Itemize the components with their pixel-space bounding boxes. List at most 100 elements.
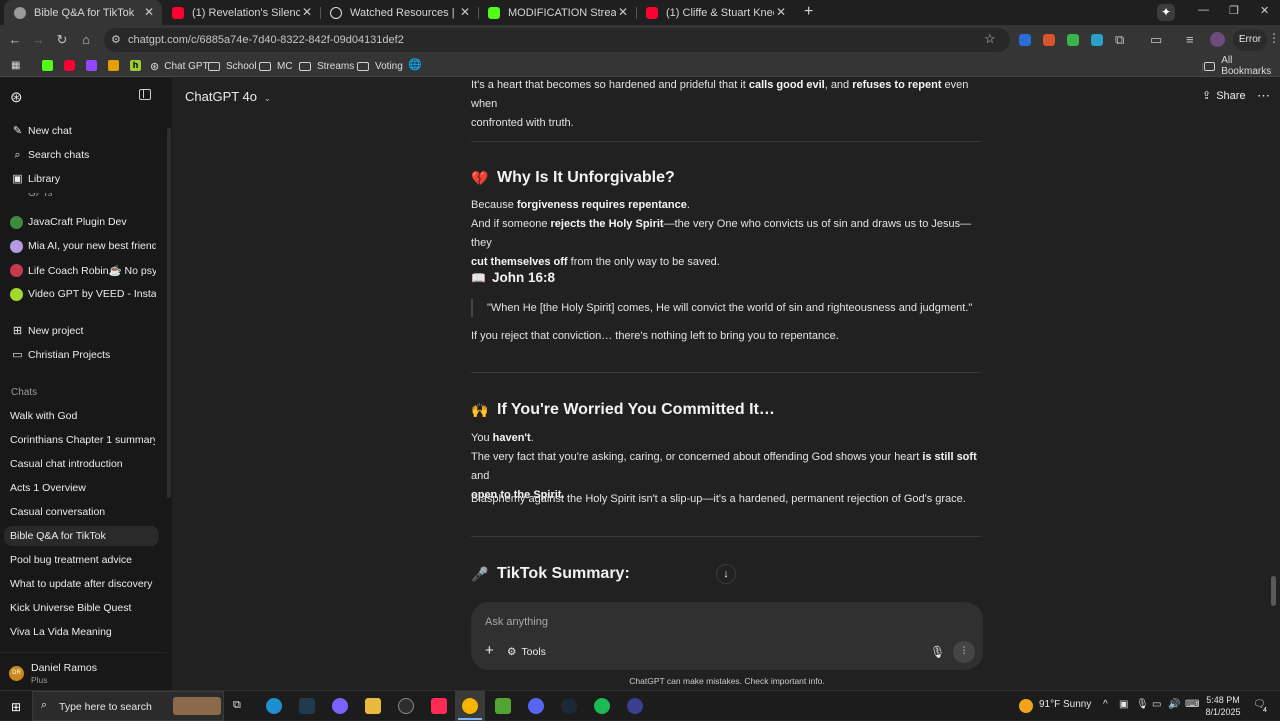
chat-viva-la-vida[interactable]: Viva La Vida Meaning [10, 622, 155, 642]
extension-icon[interactable] [1091, 34, 1103, 46]
extension-icon[interactable] [1067, 34, 1079, 46]
tab-cliffe-stuart[interactable]: (1) Cliffe & Stuart Knechtle on C ✕ [636, 0, 794, 25]
tray-app-icon[interactable]: ▣ [1119, 699, 1128, 710]
tab-close-icon[interactable]: ✕ [460, 5, 470, 19]
bookmark-star-icon[interactable]: ☆ [984, 31, 996, 47]
chat-casual-conversation[interactable]: Casual conversation [10, 502, 155, 522]
more-options-icon[interactable]: ⋯ [1257, 88, 1270, 104]
chat-casual-intro[interactable]: Casual chat introduction [10, 454, 155, 474]
reading-list-icon[interactable]: ≡ [1186, 32, 1194, 47]
gpt-mia-ai[interactable]: Mia AI, your new best friend... [28, 240, 156, 252]
minimize-button[interactable]: — [1198, 4, 1209, 16]
sidebar-scrollbar[interactable] [167, 128, 171, 498]
terminal-app-icon[interactable] [299, 698, 315, 714]
tab-revelation[interactable]: (1) Revelation's Silence About A ✕ [162, 0, 320, 25]
gpt-life-coach-robin[interactable]: Life Coach Robin☕ No psyc... [28, 264, 156, 277]
file-explorer-app-icon[interactable] [365, 698, 381, 714]
tab-close-icon[interactable]: ✕ [302, 5, 312, 19]
chat-corinthians[interactable]: Corinthians Chapter 1 summary [10, 430, 155, 450]
forward-arrow-icon[interactable]: → [28, 30, 48, 50]
keyboard-icon[interactable]: ⌨ [1185, 699, 1199, 710]
back-arrow-icon[interactable]: ← [5, 30, 25, 50]
maximize-button[interactable]: ❐ [1229, 4, 1239, 17]
tiktok-app-icon[interactable] [431, 698, 447, 714]
plus-icon[interactable]: + [485, 642, 494, 659]
gemini-sparkle-icon[interactable]: ✦ [1157, 4, 1175, 21]
chat-pool-bug[interactable]: Pool bug treatment advice [10, 550, 155, 570]
weather-text[interactable]: 91°F Sunny [1039, 699, 1091, 710]
all-bookmarks-button[interactable]: All Bookmarks [1204, 55, 1280, 77]
new-project-button[interactable]: New project [28, 325, 156, 337]
bookmark-folder-school[interactable]: School [208, 58, 257, 74]
app-icon[interactable] [627, 698, 643, 714]
tab-modification-stream[interactable]: MODIFICATION Stream - Watch ✕ [478, 0, 636, 25]
model-selector[interactable]: ChatGPT 4o ⌄ [185, 89, 271, 104]
extension-icon[interactable] [1043, 34, 1055, 46]
home-icon[interactable]: ⌂ [76, 30, 96, 50]
voice-mode-icon[interactable]: ⫶ [953, 641, 975, 663]
chat-acts-1[interactable]: Acts 1 Overview [10, 478, 155, 498]
chevron-up-icon[interactable]: ^ [1103, 699, 1108, 710]
twitch-bookmark-icon[interactable] [86, 60, 97, 71]
bookmark-folder-mc[interactable]: MC [259, 58, 293, 74]
tab-close-icon[interactable]: ✕ [144, 5, 154, 19]
globe-bookmark-icon[interactable]: 🌐 [408, 58, 422, 71]
site-info-icon[interactable]: ⚙ [111, 33, 121, 46]
openai-logo-icon[interactable]: ⊛ [10, 88, 23, 106]
chat-bible-qa-active[interactable]: Bible Q&A for TikTok [4, 526, 159, 546]
main-scrollbar[interactable] [1271, 576, 1276, 606]
user-profile[interactable]: DR Daniel Ramos Plus [0, 652, 167, 690]
new-chat-button[interactable]: New chat [28, 125, 156, 137]
error-status-button[interactable]: Error [1233, 29, 1267, 51]
system-clock[interactable]: 5:48 PM 8/1/2025 [1200, 694, 1246, 718]
minecraft-app-icon[interactable] [495, 698, 511, 714]
close-window-button[interactable]: ✕ [1260, 4, 1269, 17]
chat-kick-universe[interactable]: Kick Universe Bible Quest [10, 598, 155, 618]
chat-what-to-update[interactable]: What to update after discovery [10, 574, 155, 594]
extensions-puzzle-icon[interactable]: ⧉ [1115, 32, 1124, 48]
h-bookmark-icon[interactable]: h [130, 60, 141, 71]
library-button[interactable]: Library [28, 173, 156, 185]
microphone-icon[interactable]: 🎙 [930, 645, 945, 659]
new-tab-plus-icon[interactable]: + [804, 3, 813, 21]
edge-app-icon[interactable] [266, 698, 282, 714]
browser-menu-icon[interactable]: ⋮ [1268, 31, 1280, 45]
apps-grid-icon[interactable]: ▦ [11, 60, 22, 71]
chatgpt-app-icon[interactable] [398, 698, 414, 714]
volume-icon[interactable]: 🔊 [1168, 699, 1180, 710]
scroll-down-arrow-icon[interactable]: ↓ [716, 564, 736, 584]
kick-bookmark-icon[interactable] [42, 60, 53, 71]
tab-bible-qa[interactable]: Bible Q&A for TikTok ✕ [4, 0, 162, 25]
taskbar-search-box[interactable]: ⌕ Type here to search [32, 691, 224, 721]
steam-app-icon[interactable] [561, 698, 577, 714]
profile-avatar-icon[interactable] [1210, 32, 1225, 47]
tab-spigotmc[interactable]: Watched Resources | SpigotMC ✕ [320, 0, 478, 25]
gpt-video-veed[interactable]: Video GPT by VEED - Instant... [28, 288, 156, 300]
extension-icon[interactable] [1019, 34, 1031, 46]
microphone-tray-icon[interactable]: 🎙 [1136, 699, 1149, 710]
tab-close-icon[interactable]: ✕ [618, 5, 628, 19]
project-christian[interactable]: Christian Projects [28, 349, 156, 361]
sidepanel-icon[interactable]: ▭ [1150, 32, 1162, 48]
youtube-bookmark-icon[interactable] [64, 60, 75, 71]
chrome-app-icon[interactable] [462, 698, 478, 714]
tools-button[interactable]: ⚙ Tools [507, 646, 546, 658]
bookmark-chatgpt[interactable]: ⊛ Chat GPT [150, 58, 209, 74]
chat-walk-with-god[interactable]: Walk with God [10, 406, 155, 426]
tab-close-icon[interactable]: ✕ [776, 5, 786, 19]
search-chats-button[interactable]: Search chats [28, 149, 156, 161]
share-button[interactable]: ⇪ Share [1202, 89, 1246, 103]
discord-app-icon[interactable] [528, 698, 544, 714]
address-bar[interactable]: ⚙ chatgpt.com/c/6885a74e-7d40-8322-842f-… [104, 28, 1010, 52]
task-view-icon[interactable]: ⧉ [233, 699, 241, 712]
gpt-javacraft[interactable]: JavaCraft Plugin Dev [28, 216, 156, 228]
spotify-app-icon[interactable] [594, 698, 610, 714]
reload-icon[interactable]: ↻ [52, 30, 72, 50]
close-sidebar-icon[interactable] [139, 89, 151, 100]
bookmark-folder-streams[interactable]: Streams [299, 58, 354, 74]
bookmark-folder-voting[interactable]: Voting [357, 58, 403, 74]
bookmark-icon[interactable] [108, 60, 119, 71]
prompt-input[interactable]: Ask anything [485, 612, 925, 632]
windows-start-icon[interactable]: ⊞ [11, 700, 21, 714]
network-icon[interactable]: ▭ [1152, 699, 1161, 710]
